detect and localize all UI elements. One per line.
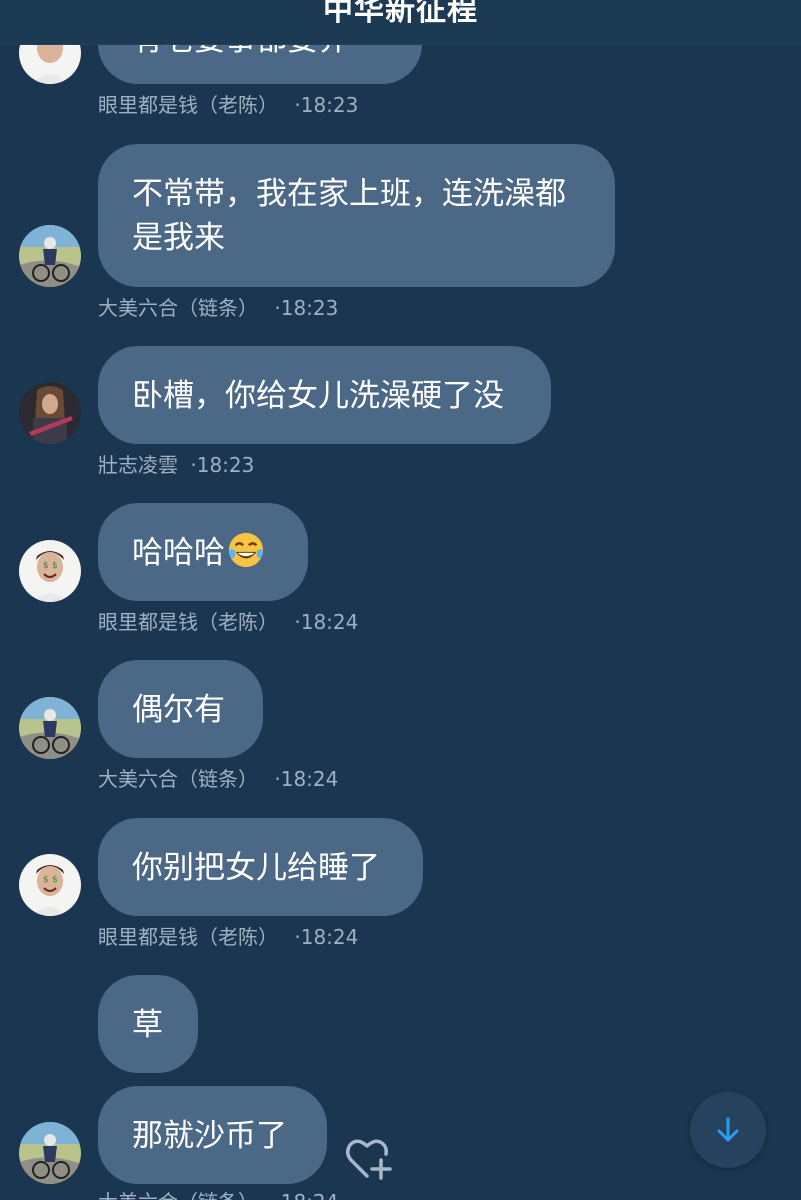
message-text: 哈哈哈: [132, 535, 225, 571]
avatar-liuhe[interactable]: [19, 1122, 81, 1184]
scroll-to-bottom-button[interactable]: [690, 1092, 766, 1168]
message-text: 不常带，我在家上班，连洗澡都是我来: [132, 176, 566, 256]
arrow-down-icon: [717, 1117, 739, 1142]
avatar-liuhe-image: [19, 225, 81, 287]
message-time: ·18:24: [294, 610, 359, 634]
message-time: ·18:23: [294, 93, 359, 117]
avatar-liuhe-image: [19, 1122, 81, 1184]
message-author[interactable]: 眼里都是钱（老陈）: [98, 610, 278, 634]
avatar-laochen[interactable]: $ $: [19, 540, 81, 602]
message-bubble[interactable]: 偶尔有: [98, 660, 263, 758]
message-meta: 大美六合（链条） ·18:24: [98, 767, 338, 791]
message-text: 偶尔有: [132, 692, 225, 728]
message-author[interactable]: 眼里都是钱（老陈）: [98, 925, 278, 949]
message-author[interactable]: 壯志凌雲: [98, 453, 178, 477]
chat-header: 中华新征程: [0, 0, 801, 45]
message-meta: 壯志凌雲 ·18:23: [98, 453, 254, 477]
message-bubble[interactable]: 草: [98, 975, 198, 1073]
avatar-laochen-image: $ $: [19, 854, 81, 916]
svg-text:$: $: [43, 561, 49, 571]
chat-screen: 中华新征程 有老婆事都要养 眼里都是钱（老陈） ·18:23: [0, 0, 801, 1200]
svg-text:$: $: [52, 561, 58, 571]
svg-text:$: $: [52, 875, 58, 885]
message-text: 卧槽，你给女儿洗澡硬了没: [132, 378, 504, 414]
message-time: ·18:24: [294, 925, 359, 949]
svg-text:$: $: [43, 875, 49, 885]
message-time: ·18:23: [190, 453, 255, 477]
avatar-liuhe-image: [19, 697, 81, 759]
avatar-zhuangzhi-image: [19, 382, 81, 444]
message-author[interactable]: 大美六合（链条）: [98, 767, 258, 791]
message-author[interactable]: 大美六合（链条）: [98, 296, 258, 320]
avatar-laochen-image: $ $: [19, 540, 81, 602]
message-meta: 眼里都是钱（老陈） ·18:23: [98, 93, 358, 117]
message-author[interactable]: 眼里都是钱（老陈）: [98, 93, 278, 117]
message-author[interactable]: 大美六合（链条）: [98, 1190, 258, 1200]
message-bubble[interactable]: 卧槽，你给女儿洗澡硬了没: [98, 346, 551, 444]
message-time: ·18:24: [274, 767, 339, 791]
message-meta: 眼里都是钱（老陈） ·18:24: [98, 925, 358, 949]
tears-of-joy-emoji-icon: [228, 532, 264, 568]
chat-title: 中华新征程: [323, 0, 478, 28]
avatar-zhuangzhi[interactable]: [19, 382, 81, 444]
message-text: 那就沙币了: [132, 1118, 287, 1154]
avatar-laochen[interactable]: $ $: [19, 854, 81, 916]
message-bubble[interactable]: 你别把女儿给睡了: [98, 818, 423, 916]
message-meta: 眼里都是钱（老陈） ·18:24: [98, 610, 358, 634]
avatar-liuhe[interactable]: [19, 225, 81, 287]
message-bubble[interactable]: 那就沙币了: [98, 1086, 327, 1184]
message-meta: 大美六合（链条） ·18:24: [98, 1190, 338, 1200]
add-reaction-button[interactable]: [345, 1136, 395, 1182]
message-meta: 大美六合（链条） ·18:23: [98, 296, 338, 320]
message-text: 草: [132, 1007, 163, 1043]
heart-plus-icon: [346, 1139, 392, 1180]
message-time: ·18:23: [274, 296, 339, 320]
message-bubble[interactable]: 不常带，我在家上班，连洗澡都是我来: [98, 144, 615, 287]
message-bubble[interactable]: 哈哈哈: [98, 503, 308, 601]
avatar-liuhe[interactable]: [19, 697, 81, 759]
message-text: 你别把女儿给睡了: [132, 850, 380, 886]
message-time: ·18:24: [274, 1190, 338, 1200]
